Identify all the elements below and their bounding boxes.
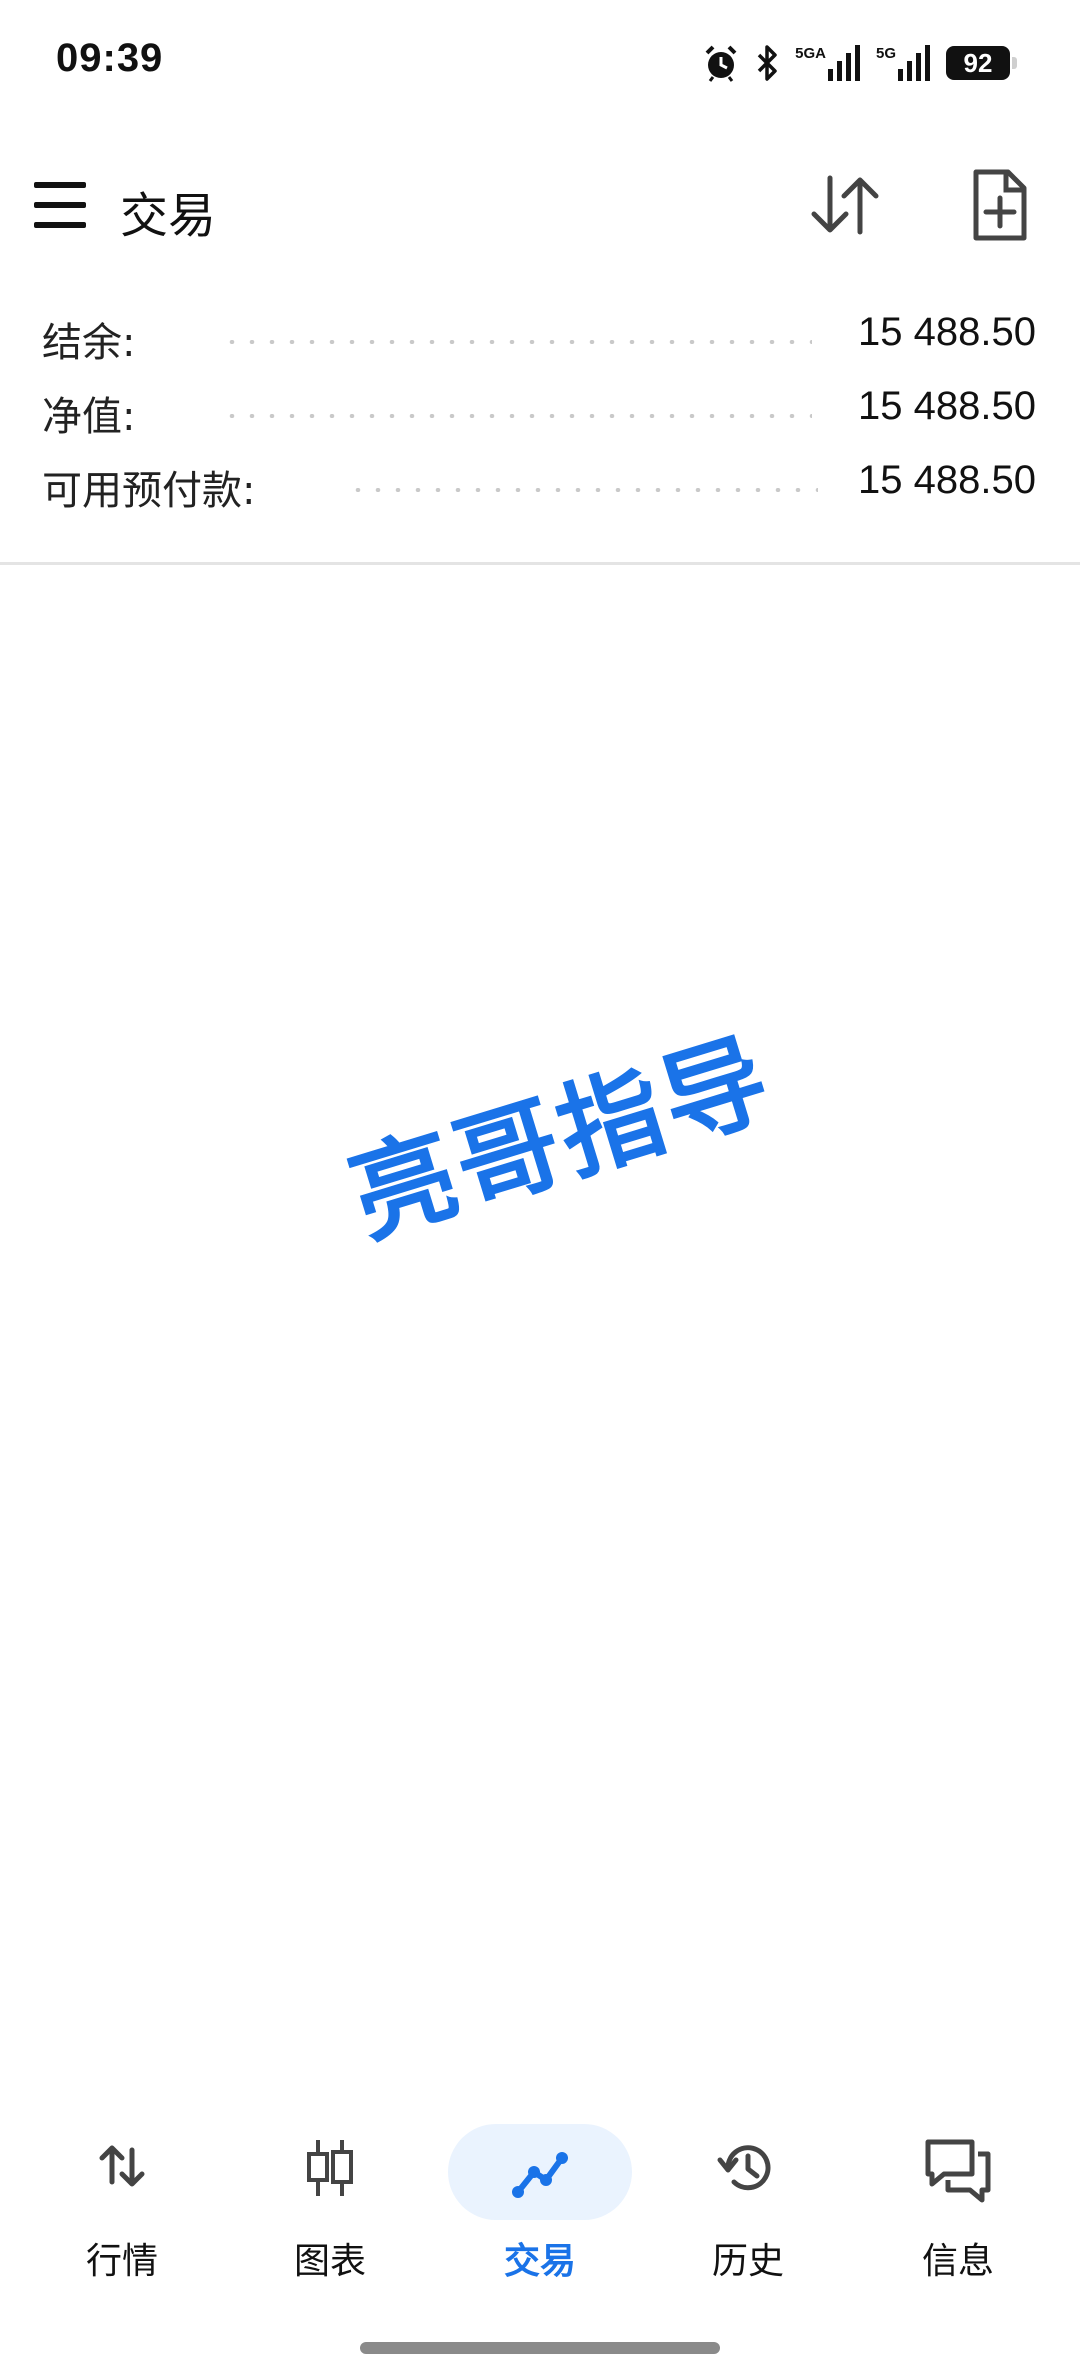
network-type-label: 5GA [795,45,826,62]
nav-item-charts[interactable]: 图表 [226,2108,434,2288]
new-document-button[interactable] [962,166,1038,246]
battery-level: 92 [963,47,993,78]
trade-screen: 09:39 5GA 5G 92 交易 结余: 15 488.50 净值: 15 … [0,0,1080,2376]
menu-icon-line [34,222,86,228]
nav-item-history[interactable]: 历史 [644,2108,852,2288]
sort-button[interactable] [806,170,886,240]
candlestick-chart-icon [307,2140,353,2196]
equity-label: 净值: [42,394,136,440]
status-time: 09:39 [56,36,164,80]
signal-5ga: 5GA [795,45,862,81]
bluetooth-icon [757,45,777,81]
messages-icon [925,2139,991,2203]
free-margin-row: 可用预付款: 15 488.50 [0,448,1080,522]
menu-button[interactable] [30,178,90,232]
quotes-arrows-icon [99,2145,145,2187]
free-margin-label: 可用预付款: [42,468,256,514]
balance-value: 15 488.50 [858,310,1036,354]
menu-icon [34,182,86,188]
trade-line-icon [512,2152,568,2198]
equity-row: 净值: 15 488.50 [0,374,1080,448]
menu-icon-line [34,202,86,208]
signal-5g: 5G [876,45,932,81]
nav-label: 图表 [293,2241,366,2282]
balance-label: 结余: [42,320,136,366]
nav-item-quotes[interactable]: 行情 [18,2108,226,2288]
watermark: 亮哥指导 [337,1016,786,1260]
new-document-icon [973,169,1027,241]
balance-row: 结余: 15 488.50 [0,300,1080,374]
nav-item-messages[interactable]: 信息 [854,2108,1062,2288]
status-bar: 09:39 5GA 5G 92 [0,0,1080,130]
battery-icon: 92 [946,46,1017,80]
nav-item-trade[interactable]: 交易 [436,2108,644,2288]
signal-icon [827,45,860,81]
nav-label: 交易 [503,2241,576,2282]
sort-icon [811,175,879,235]
signal-icon [898,45,930,81]
free-margin-value: 15 488.50 [858,458,1036,502]
network-type-label: 5G [875,45,896,62]
app-bar: 交易 [0,150,1080,260]
dotted-leader [348,488,818,492]
home-indicator[interactable] [360,2342,720,2354]
dotted-leader [222,414,812,418]
status-icons: 5GA 5G 92 [701,38,1017,88]
equity-value: 15 488.50 [858,384,1036,428]
dotted-leader [222,340,812,344]
divider [0,562,1080,565]
nav-label: 信息 [921,2241,994,2282]
bottom-navigation: 行情 图表 交易 历史 信息 [0,2108,1080,2308]
page-title: 交易 [120,188,217,244]
nav-label: 行情 [85,2241,158,2282]
nav-label: 历史 [711,2241,784,2282]
history-icon [717,2145,771,2191]
alarm-icon [705,45,737,82]
